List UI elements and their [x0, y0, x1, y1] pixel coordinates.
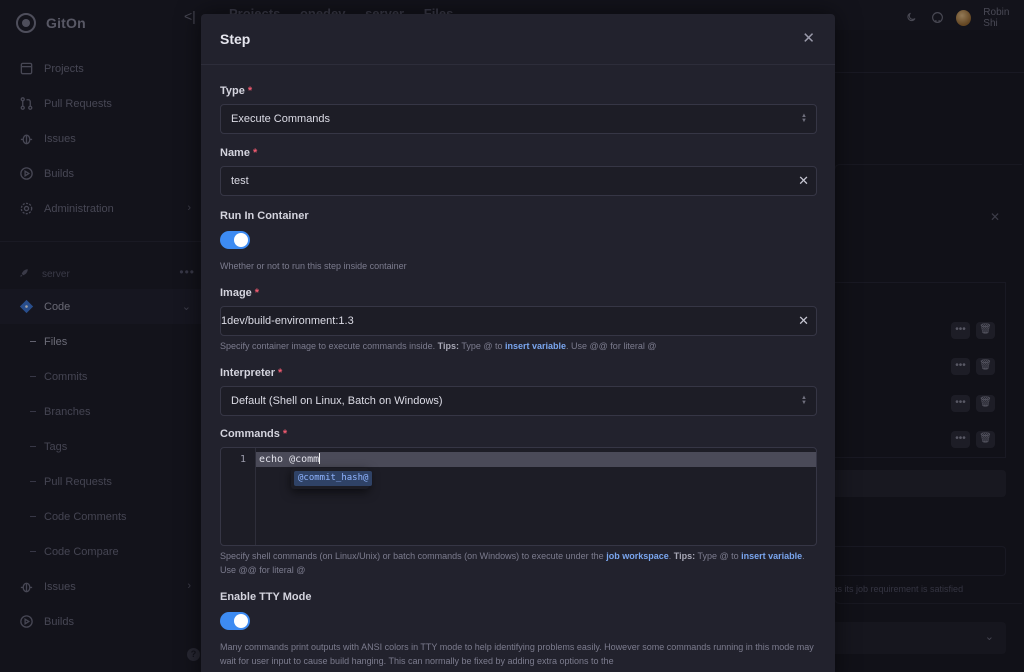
select-arrows-icon: ▲ ▼	[801, 395, 807, 406]
autocomplete-item[interactable]: @commit_hash@	[294, 471, 373, 486]
required-mark: *	[247, 85, 253, 97]
text-caret	[319, 453, 321, 464]
code-text: echo @comm	[259, 453, 321, 465]
name-value: test	[231, 175, 249, 187]
close-icon[interactable]: ✕	[802, 29, 815, 47]
job-workspace-link[interactable]: job workspace	[606, 551, 669, 561]
required-mark: *	[278, 367, 283, 379]
tips-label: Tips:	[673, 551, 696, 561]
type-label: Type *	[220, 85, 252, 97]
name-label-text: Name	[220, 147, 250, 159]
type-label-text: Type	[220, 85, 245, 97]
image-value: 1dev/build-environment:1.3	[221, 315, 354, 327]
image-label: Image *	[220, 287, 259, 299]
autocomplete-popup: @commit_hash@	[291, 468, 373, 489]
required-mark: *	[252, 147, 258, 159]
image-help-prefix: Specify container image to execute comma…	[220, 341, 436, 351]
dialog-header: Step ✕	[201, 14, 835, 65]
editor-gutter: 1	[221, 448, 256, 545]
tty-label: Enable TTY Mode	[220, 591, 312, 603]
code-content: echo @comm	[259, 454, 320, 465]
run-in-container-toggle[interactable]	[220, 231, 250, 249]
image-label-text: Image	[220, 287, 252, 299]
clear-icon[interactable]: ✕	[798, 167, 809, 195]
interpreter-select[interactable]: Default (Shell on Linux, Batch on Window…	[220, 386, 817, 416]
select-arrows-icon: ▲ ▼	[801, 113, 807, 124]
type-select[interactable]: Execute Commands ▲ ▼	[220, 104, 817, 134]
required-mark: *	[282, 428, 288, 440]
clear-icon[interactable]: ✕	[798, 307, 809, 335]
image-help: Specify container image to execute comma…	[220, 339, 817, 353]
image-help-tail: . Use @@ for literal @	[566, 341, 657, 351]
type-value: Execute Commands	[231, 113, 331, 125]
tty-help: Many commands print outputs with ANSI co…	[220, 642, 814, 666]
commands-help-text: Type @ to	[697, 551, 739, 561]
interpreter-label: Interpreter *	[220, 367, 282, 379]
insert-variable-link[interactable]: insert variable	[741, 551, 802, 561]
interpreter-value: Default (Shell on Linux, Batch on Window…	[231, 395, 443, 407]
active-code-line[interactable]: echo @comm	[256, 452, 816, 467]
commands-help-dot: .	[668, 551, 672, 561]
tty-toggle[interactable]	[220, 612, 250, 630]
run-in-container-help: Whether or not to run this step inside c…	[220, 261, 407, 271]
line-number: 1	[239, 454, 246, 465]
commands-label-text: Commands	[220, 428, 280, 440]
commands-help-prefix: Specify shell commands (on Linux/Unix) o…	[220, 551, 604, 561]
name-input[interactable]: test ✕	[220, 166, 817, 196]
insert-variable-link[interactable]: insert variable	[505, 341, 566, 351]
commands-editor[interactable]: 1 echo @comm @commit_hash@	[220, 447, 817, 546]
name-label: Name *	[220, 147, 257, 159]
commands-help: Specify shell commands (on Linux/Unix) o…	[220, 549, 817, 577]
required-mark: *	[254, 287, 260, 299]
step-dialog: Step ✕ Type * Execute Commands ▲ ▼ Name * t…	[201, 14, 835, 672]
tips-label: Tips:	[437, 341, 459, 351]
image-input[interactable]: 1dev/build-environment:1.3 ✕	[220, 306, 817, 336]
interpreter-label-text: Interpreter	[220, 367, 276, 379]
dialog-title: Step	[220, 31, 251, 47]
commands-label: Commands *	[220, 428, 287, 440]
image-help-text: Type @ to	[461, 341, 503, 351]
run-in-container-label: Run In Container	[220, 210, 309, 222]
app-root: GitOn <| Projects Pull Requests Issues B…	[0, 0, 1024, 672]
